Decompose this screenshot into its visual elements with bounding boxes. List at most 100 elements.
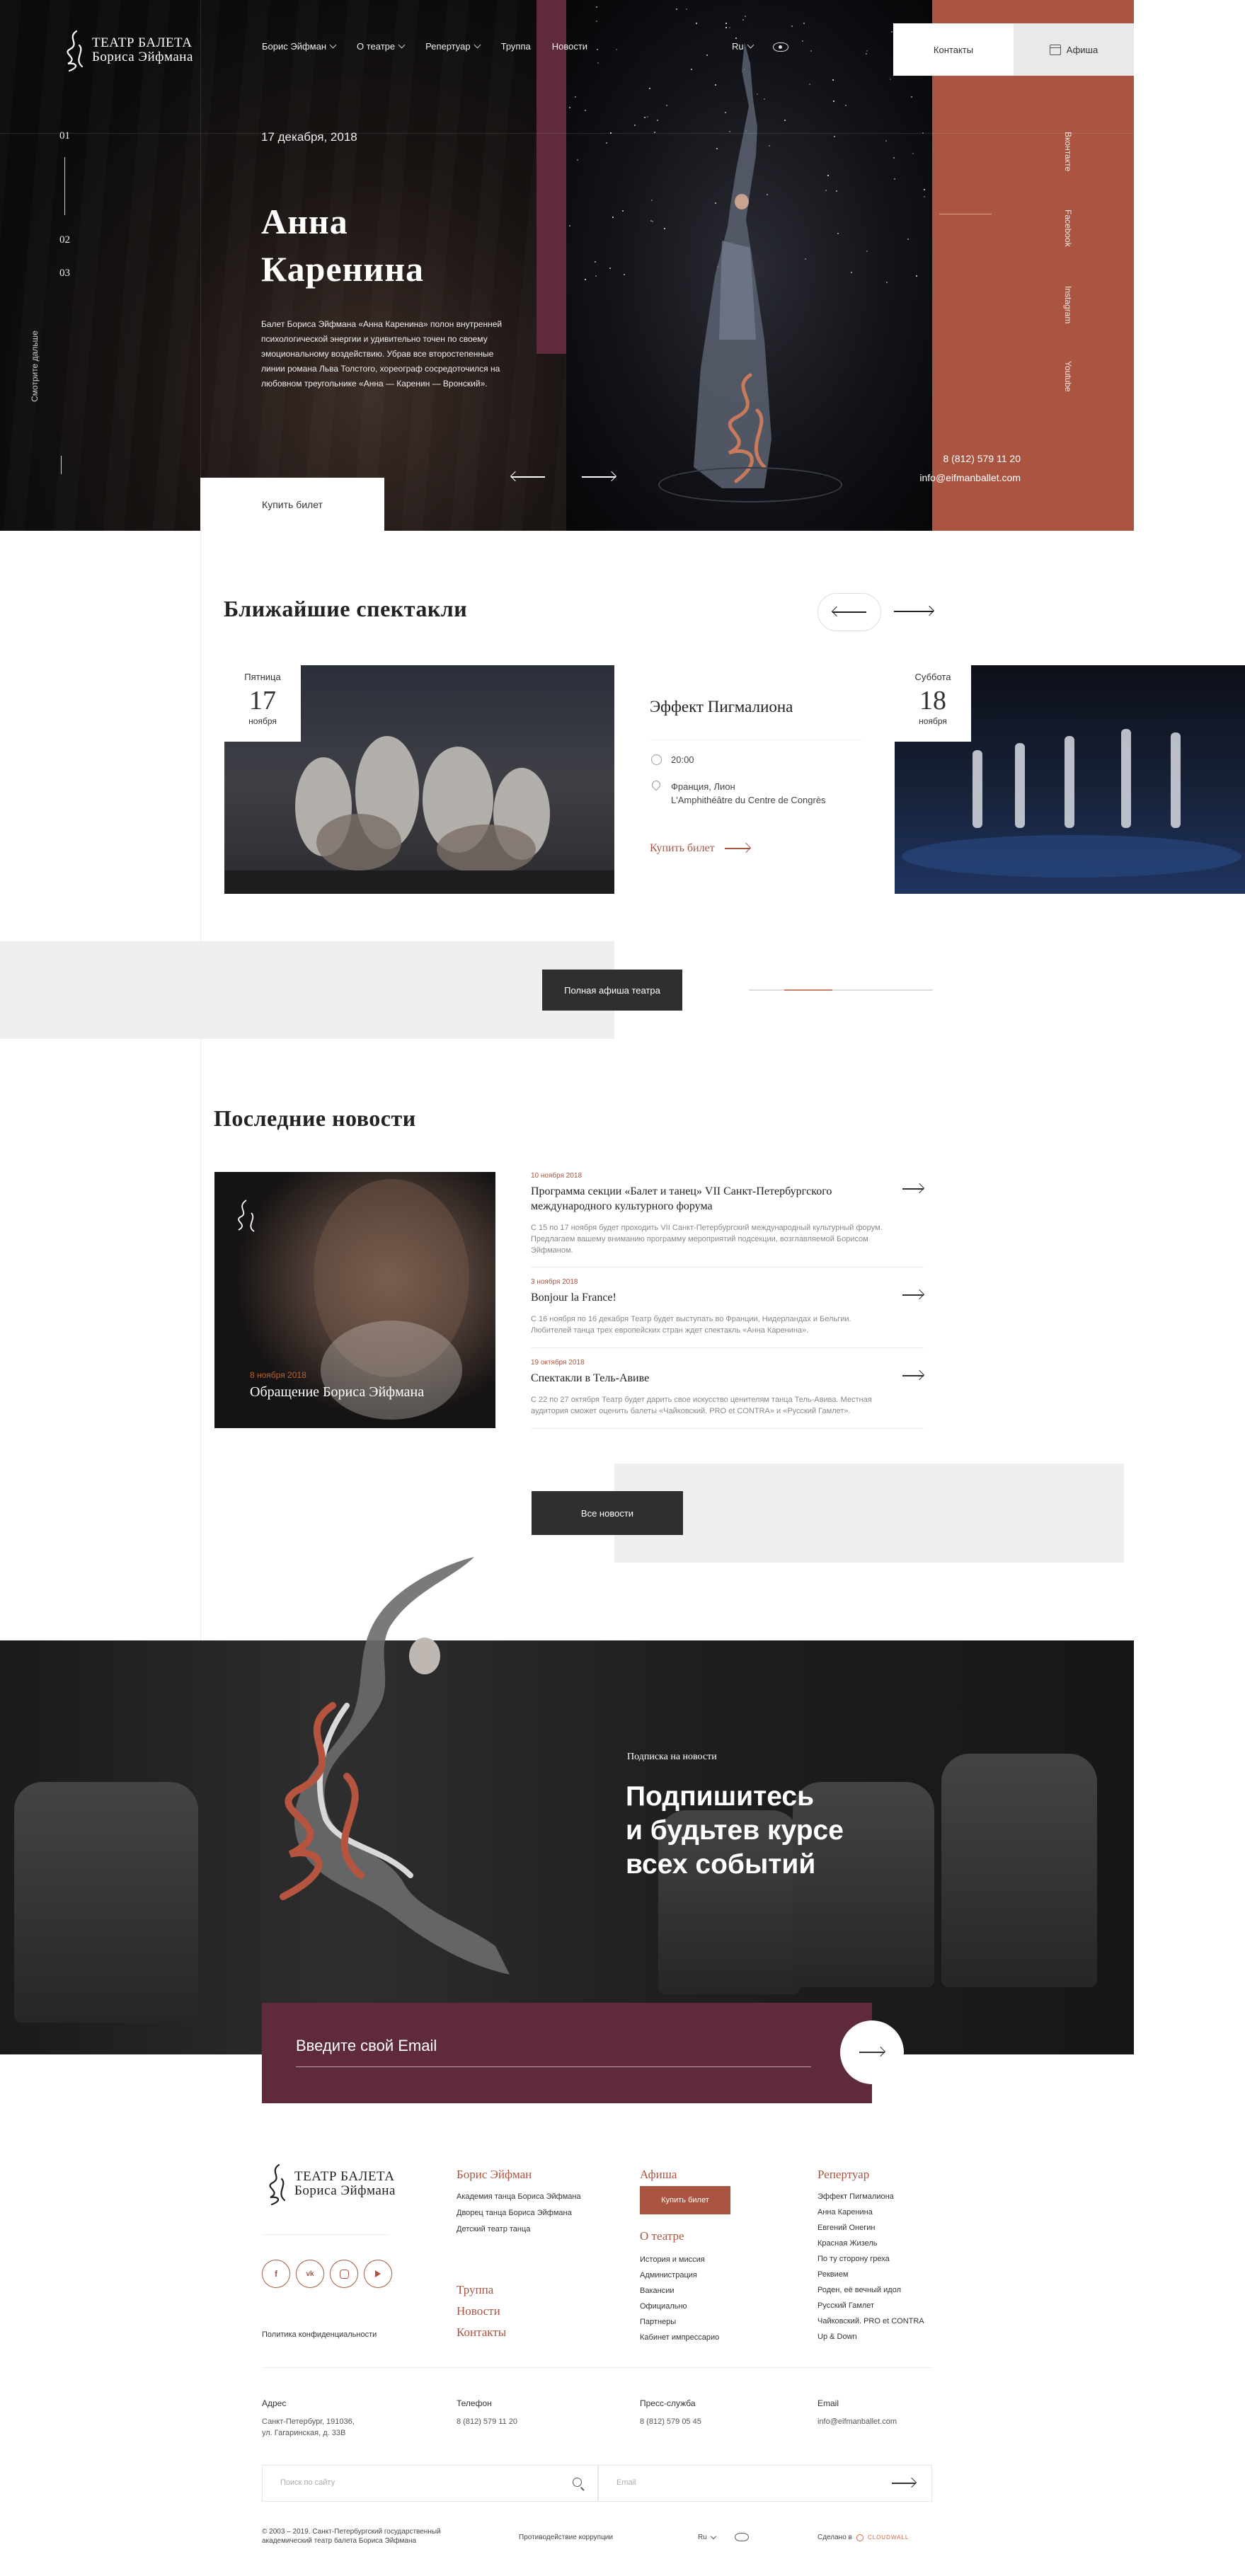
- sparkle-dot: [851, 272, 852, 273]
- full-schedule-label: Полная афиша театра: [564, 984, 660, 996]
- footer-link-troupe[interactable]: Труппа: [457, 2283, 493, 2297]
- nav-item-repertoire[interactable]: Репертуар: [425, 41, 481, 52]
- search-icon[interactable]: [573, 2478, 582, 2487]
- footer-link[interactable]: Чайковский. PRO et CONTRA: [817, 2317, 924, 2325]
- all-news-button[interactable]: Все новости: [532, 1491, 683, 1535]
- chevron-down-icon: [747, 41, 755, 49]
- news-item[interactable]: 3 ноября 2018 Bonjour la France! С 16 но…: [531, 1278, 925, 1336]
- footer-col-heading[interactable]: Репертуар: [817, 2168, 869, 2182]
- email-value[interactable]: info@eifmanballet.com: [817, 2416, 897, 2427]
- anticorruption-link[interactable]: Противодействие коррупции: [519, 2533, 613, 2542]
- facebook-icon[interactable]: f: [262, 2260, 290, 2288]
- next-arrow-icon: [894, 605, 935, 617]
- footer-link[interactable]: Детский театр танца: [457, 2225, 530, 2233]
- vk-icon[interactable]: vk: [296, 2260, 324, 2288]
- footer-link[interactable]: Партнеры: [640, 2318, 676, 2326]
- instagram-icon[interactable]: [330, 2260, 358, 2288]
- social-link-youtube[interactable]: Youtube: [1063, 361, 1073, 392]
- footer-logo[interactable]: ТЕАТР БАЛЕТА Бориса Эйфмана: [262, 2162, 396, 2206]
- footer-link[interactable]: Красная Жизель: [817, 2239, 877, 2248]
- footer-link[interactable]: По ту сторону греха: [817, 2255, 890, 2263]
- sparkle-dot: [735, 38, 737, 39]
- slide-number-1[interactable]: 01: [59, 130, 70, 142]
- news-item[interactable]: 10 ноября 2018 Программа секции «Балет и…: [531, 1172, 925, 1256]
- slide-number-2[interactable]: 02: [59, 234, 70, 246]
- footer-link[interactable]: Вакансии: [640, 2287, 675, 2295]
- accessibility-eye-icon[interactable]: [773, 42, 788, 52]
- hero-buy-ticket-button[interactable]: Купить билет: [200, 478, 384, 531]
- social-link-instagram[interactable]: Instagram: [1063, 286, 1073, 323]
- news-item[interactable]: 19 октября 2018 Спектакли в Тель-Авиве С…: [531, 1359, 925, 1417]
- performance-buy-link[interactable]: Купить билет: [650, 842, 751, 855]
- full-schedule-button[interactable]: Полная афиша театра: [542, 970, 682, 1011]
- sparkle-dot: [803, 23, 805, 24]
- footer-link[interactable]: Евгений Онегин: [817, 2224, 875, 2232]
- footer-email-input[interactable]: Email: [598, 2465, 932, 2502]
- subscribe-background-image: [0, 1640, 1134, 2054]
- footer-link[interactable]: Анна Каренина: [817, 2208, 873, 2216]
- news-feature-card[interactable]: 8 ноября 2018 Обращение Бориса Эйфмана: [214, 1172, 495, 1428]
- footer-link[interactable]: Администрация: [640, 2271, 697, 2279]
- phone-value[interactable]: 8 (812) 579 11 20: [457, 2416, 517, 2427]
- email-submit-arrow[interactable]: [892, 2477, 917, 2489]
- upcoming-prev-button[interactable]: [817, 593, 881, 631]
- footer-link-news[interactable]: Новости: [457, 2304, 500, 2318]
- footer-buy-ticket-button[interactable]: Купить билет: [640, 2186, 730, 2214]
- social-link-facebook[interactable]: Facebook: [1063, 209, 1073, 247]
- sparkle-dot: [686, 8, 687, 10]
- youtube-icon[interactable]: [364, 2260, 392, 2288]
- performance-title[interactable]: Эффект Пигмалиона: [650, 698, 793, 716]
- language-switcher[interactable]: Ru: [732, 41, 755, 52]
- scroll-hint[interactable]: Смотрите дальше: [30, 330, 40, 402]
- sparkle-dot: [891, 31, 893, 33]
- subscribe-email-input[interactable]: Введите свой Email: [296, 2037, 811, 2067]
- footer-language-switcher[interactable]: Ru: [698, 2533, 717, 2542]
- footer-link[interactable]: Кабинет импрессарио: [640, 2333, 719, 2342]
- subscribe-submit-button[interactable]: [840, 2020, 904, 2084]
- accessibility-eye-icon[interactable]: [735, 2533, 749, 2541]
- nav-item-about[interactable]: О театре: [357, 41, 406, 52]
- nav-item-news[interactable]: Новости: [552, 41, 587, 52]
- slide-number-3[interactable]: 03: [59, 268, 70, 280]
- arrow-right-icon[interactable]: [902, 1183, 925, 1195]
- email-label: Email: [817, 2398, 839, 2408]
- arrow-right-icon[interactable]: [902, 1369, 925, 1381]
- made-by[interactable]: Сделано в CLOUDWALL: [817, 2533, 909, 2542]
- slider-progress-fill: [784, 989, 832, 991]
- footer-link[interactable]: Русский Гамлет: [817, 2301, 874, 2310]
- sparkle-dot: [791, 25, 793, 27]
- language-label: Ru: [732, 41, 744, 52]
- footer-col-heading[interactable]: Афиша: [640, 2168, 677, 2182]
- nav-item-boris-eifman[interactable]: Борис Эйфман: [262, 41, 337, 52]
- contacts-button[interactable]: Контакты: [893, 23, 1014, 76]
- footer-search-input[interactable]: Поиск по сайту: [262, 2465, 598, 2502]
- footer-col-heading[interactable]: Борис Эйфман: [457, 2168, 532, 2182]
- buy-label: Купить билет: [262, 498, 323, 510]
- upcoming-next-button[interactable]: [894, 605, 935, 617]
- footer-link[interactable]: Эффект Пигмалиона: [817, 2192, 894, 2201]
- footer-link[interactable]: Дворец танца Бориса Эйфмана: [457, 2209, 572, 2217]
- site-logo[interactable]: ТЕАТР БАЛЕТА Бориса Эйфмана: [59, 28, 193, 72]
- footer-link[interactable]: Официально: [640, 2302, 687, 2311]
- footer-link[interactable]: Академия танца Бориса Эйфмана: [457, 2192, 581, 2201]
- prev-arrow-icon[interactable]: [510, 471, 545, 483]
- social-link-vk[interactable]: Вконтакте: [1063, 132, 1073, 171]
- footer-link[interactable]: Роден, её вечный идол: [817, 2286, 901, 2294]
- subscribe-form: Введите свой Email: [262, 2003, 872, 2103]
- hero-email[interactable]: info@eifmanballet.com: [919, 472, 1021, 483]
- footer-link-contacts[interactable]: Контакты: [457, 2325, 506, 2340]
- sparkle-dot: [569, 107, 570, 108]
- hero-phone[interactable]: 8 (812) 579 11 20: [943, 453, 1021, 464]
- arrow-right-icon[interactable]: [902, 1289, 925, 1301]
- next-arrow-icon[interactable]: [582, 471, 617, 483]
- privacy-policy-link[interactable]: Политика конфиденциальности: [262, 2330, 377, 2339]
- footer-col-heading[interactable]: О театре: [640, 2229, 684, 2243]
- subscribe-title-line2: и будьтев курсе: [626, 1815, 844, 1846]
- footer-divider: [262, 2367, 932, 2368]
- footer-link[interactable]: Реквием: [817, 2270, 848, 2279]
- footer-link[interactable]: Up & Down: [817, 2333, 857, 2341]
- nav-item-troupe[interactable]: Труппа: [501, 41, 531, 52]
- press-value[interactable]: 8 (812) 579 05 45: [640, 2416, 701, 2427]
- afisha-button[interactable]: Афиша: [1014, 23, 1134, 76]
- footer-link[interactable]: История и миссия: [640, 2255, 705, 2264]
